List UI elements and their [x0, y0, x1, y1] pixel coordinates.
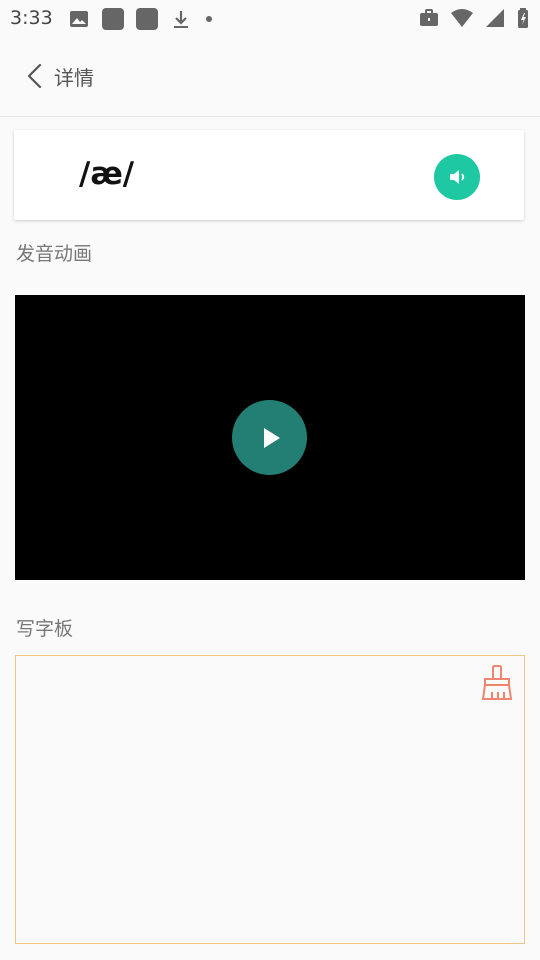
app-bar: 详情 — [0, 36, 540, 117]
broom-icon[interactable] — [480, 664, 514, 702]
status-left-icons — [68, 8, 214, 30]
status-right-icons — [418, 7, 530, 29]
back-chevron-icon[interactable] — [20, 60, 48, 92]
wifi-icon — [451, 9, 473, 27]
battery-icon — [518, 8, 528, 28]
video-player[interactable] — [15, 295, 525, 580]
play-button[interactable] — [232, 400, 307, 475]
phonetic-symbol: /æ/ — [79, 156, 135, 192]
status-bar: 3:33 — [0, 0, 540, 36]
phonetic-card: /æ/ — [14, 130, 524, 220]
briefcase-icon — [420, 9, 438, 26]
app-notification-icon — [136, 8, 158, 30]
image-icon — [70, 11, 88, 27]
writing-board[interactable] — [15, 655, 525, 944]
play-icon — [263, 427, 280, 448]
writing-section-label: 写字板 — [16, 618, 74, 640]
speaker-icon — [450, 170, 465, 184]
status-time: 3:33 — [10, 7, 53, 29]
page-title: 详情 — [54, 66, 94, 90]
dot-icon — [206, 16, 212, 22]
app-notification-icon — [102, 8, 124, 30]
download-icon — [174, 11, 188, 28]
cell-signal-icon — [486, 9, 504, 27]
speaker-button[interactable] — [434, 154, 480, 200]
animation-section-label: 发音动画 — [16, 243, 93, 265]
